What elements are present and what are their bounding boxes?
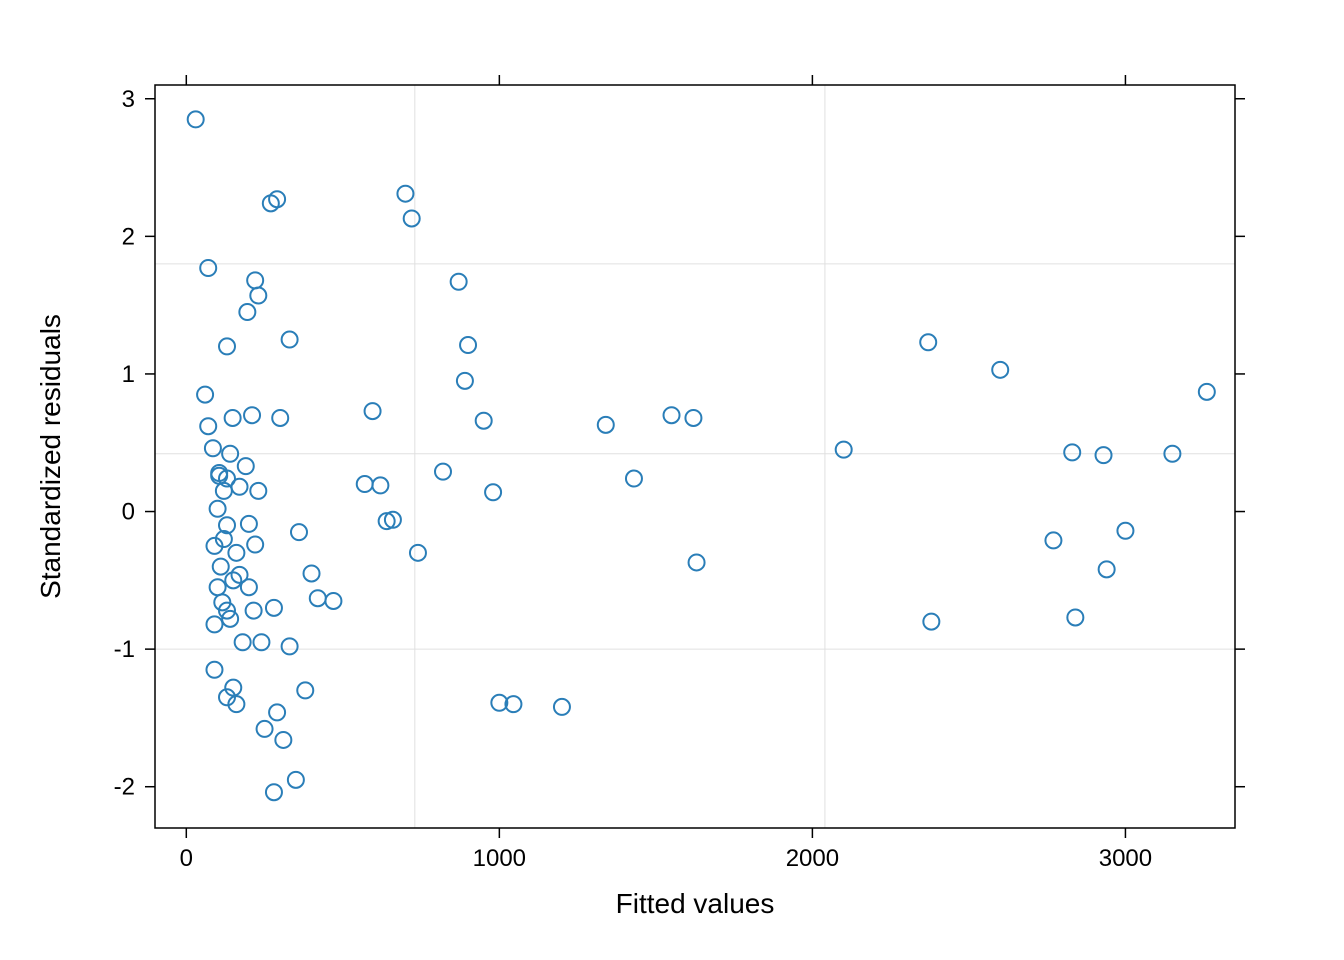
- data-point: [372, 477, 388, 493]
- data-point: [485, 484, 501, 500]
- data-point: [244, 407, 260, 423]
- data-point: [247, 272, 263, 288]
- data-point: [923, 614, 939, 630]
- x-tick-label: 0: [180, 845, 193, 872]
- data-point: [1099, 561, 1115, 577]
- plot-border: [155, 85, 1235, 828]
- data-point: [836, 442, 852, 458]
- data-point: [200, 418, 216, 434]
- data-point: [253, 634, 269, 650]
- data-point: [598, 417, 614, 433]
- data-point: [269, 704, 285, 720]
- data-point: [200, 260, 216, 276]
- data-point: [250, 483, 266, 499]
- data-point: [188, 111, 204, 127]
- data-point: [232, 479, 248, 495]
- data-point: [246, 603, 262, 619]
- data-point: [1096, 447, 1112, 463]
- data-point: [554, 699, 570, 715]
- x-tick-label: 3000: [1099, 845, 1152, 872]
- data-point: [266, 600, 282, 616]
- data-point: [297, 682, 313, 698]
- y-axis-label: Standardized residuals: [35, 314, 66, 599]
- data-point: [219, 338, 235, 354]
- data-point: [241, 516, 257, 532]
- data-point: [664, 407, 680, 423]
- y-tick-label: -2: [114, 774, 135, 801]
- data-point: [257, 721, 273, 737]
- data-point: [275, 732, 291, 748]
- data-point: [435, 464, 451, 480]
- x-tick-label: 2000: [786, 845, 839, 872]
- data-point: [1045, 532, 1061, 548]
- data-point: [247, 537, 263, 553]
- data-point: [282, 638, 298, 654]
- data-point: [238, 458, 254, 474]
- data-point: [1199, 384, 1215, 400]
- data-point: [250, 288, 266, 304]
- y-tick-label: 3: [122, 86, 135, 113]
- x-tick-label: 1000: [473, 845, 526, 872]
- data-point: [288, 772, 304, 788]
- data-point: [206, 616, 222, 632]
- data-point: [1064, 444, 1080, 460]
- data-point: [235, 634, 251, 650]
- data-point: [304, 565, 320, 581]
- data-point: [357, 476, 373, 492]
- data-point: [282, 332, 298, 348]
- data-point: [626, 471, 642, 487]
- data-point: [404, 210, 420, 226]
- y-tick-label: 1: [122, 361, 135, 388]
- data-point: [451, 274, 467, 290]
- data-point: [225, 410, 241, 426]
- data-point: [397, 186, 413, 202]
- data-point: [992, 362, 1008, 378]
- data-point: [920, 334, 936, 350]
- residuals-scatter-chart: 0 1000 2000 3000 -2 -1 0 1 2 3 Fitted values Standa…: [0, 0, 1344, 960]
- data-point: [325, 593, 341, 609]
- data-point: [272, 410, 288, 426]
- y-tick-label: -1: [114, 636, 135, 663]
- y-tick-label: 2: [122, 223, 135, 250]
- y-tick-label: 0: [122, 499, 135, 526]
- data-point: [213, 559, 229, 575]
- data-point: [197, 387, 213, 403]
- data-point: [266, 784, 282, 800]
- data-point: [685, 410, 701, 426]
- data-point: [291, 524, 307, 540]
- data-point: [689, 554, 705, 570]
- data-point: [210, 579, 226, 595]
- data-point: [228, 545, 244, 561]
- data-point: [1117, 523, 1133, 539]
- data-point: [241, 579, 257, 595]
- data-point: [206, 662, 222, 678]
- data-point: [365, 403, 381, 419]
- x-axis-label: Fitted values: [616, 888, 775, 919]
- chart-canvas: 0 1000 2000 3000 -2 -1 0 1 2 3 Fitted values Standa…: [0, 0, 1344, 960]
- data-point: [476, 413, 492, 429]
- data-point: [310, 590, 326, 606]
- data-point: [1067, 609, 1083, 625]
- data-point: [457, 373, 473, 389]
- data-point: [410, 545, 426, 561]
- data-point: [239, 304, 255, 320]
- data-point: [460, 337, 476, 353]
- data-point: [210, 501, 226, 517]
